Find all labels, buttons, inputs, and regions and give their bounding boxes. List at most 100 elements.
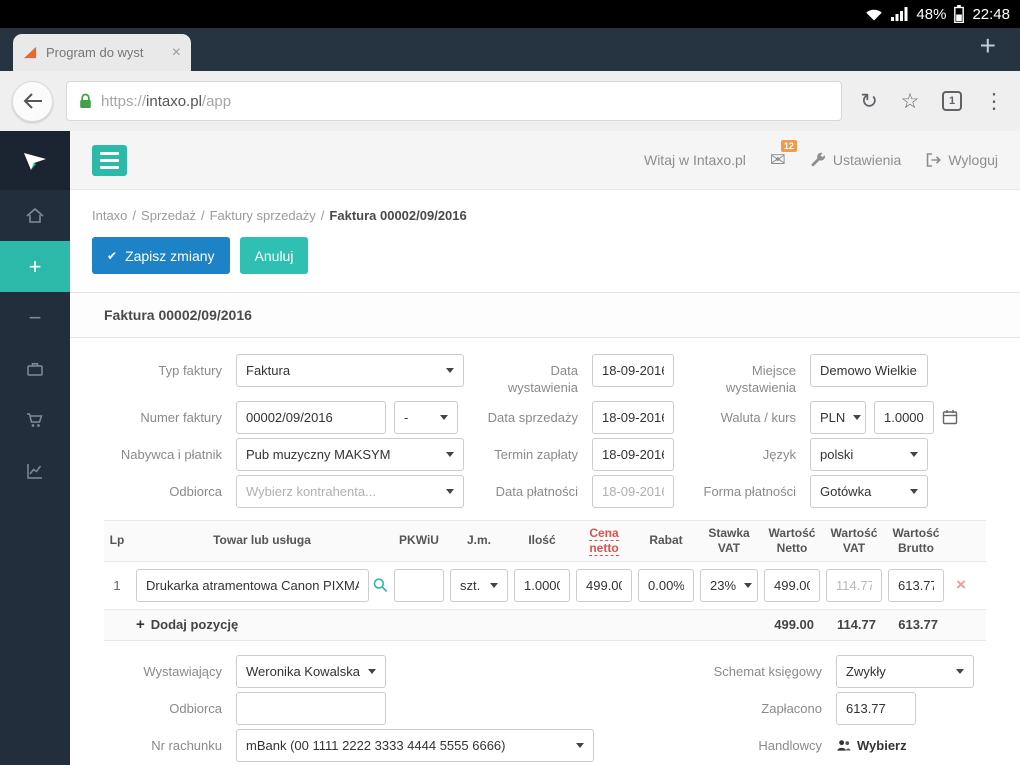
url-host: intaxo.pl (146, 92, 202, 110)
item-ilosc-input[interactable] (514, 568, 570, 602)
miejsce-wystawienia-input[interactable] (810, 354, 928, 387)
tab-switcher-button[interactable]: 1 (942, 91, 962, 111)
nr-rachunku-select[interactable]: mBank (00 1111 2222 3333 4444 5555 6666) (236, 728, 594, 762)
settings-label: Ustawienia (832, 152, 902, 168)
numer-suffix-select[interactable]: - (394, 400, 458, 434)
data-sprzedazy-input[interactable] (592, 400, 674, 434)
refresh-icon[interactable]: ↻ (855, 91, 883, 112)
remove-item-icon[interactable]: × (950, 575, 972, 595)
nr-rachunku-value: mBank (00 1111 2222 3333 4444 5555 6666) (246, 737, 506, 753)
nabywca-label: Nabywca i płatnik (120, 446, 222, 462)
data-platnosci-input[interactable] (592, 474, 674, 508)
tab-close-icon[interactable]: × (172, 44, 181, 61)
tab-count: 1 (948, 95, 956, 107)
termin-zaplaty-input[interactable] (592, 437, 674, 471)
item-rabat-input[interactable] (638, 568, 694, 602)
calendar-icon[interactable] (942, 409, 958, 425)
search-icon[interactable] (372, 576, 388, 594)
kurs-input[interactable] (874, 400, 934, 434)
handlowcy-choose-button[interactable]: Wybierz (836, 729, 986, 753)
jezyk-value: polski (820, 446, 854, 462)
intaxo-logo[interactable] (0, 131, 70, 190)
screen: 48% 22:48 Program do wyst × + https://in… (0, 0, 1020, 765)
miejsce-wystawienia-label: Miejsce wystawienia (725, 363, 796, 395)
item-pkwiu-input[interactable] (394, 568, 444, 602)
odbiorca2-input[interactable] (236, 691, 386, 725)
menu-toggle-button[interactable] (92, 144, 127, 176)
numer-faktury-input[interactable] (236, 400, 386, 434)
browser-menu-icon[interactable]: ⋮ (980, 91, 1008, 112)
data-wystawienia-input[interactable] (592, 354, 674, 387)
wystawiajacy-select[interactable]: Weronika Kowalska (236, 654, 386, 688)
item-towar-input[interactable] (136, 568, 369, 602)
col-jm: J.m. (466, 533, 491, 548)
item-wartosc-netto-input[interactable] (764, 568, 820, 602)
clock-text: 22:48 (972, 5, 1010, 23)
add-item-button[interactable]: + Dodaj pozycję (136, 616, 388, 633)
home-icon (26, 207, 44, 223)
zaplacono-input[interactable] (836, 691, 916, 725)
schemat-label: Schemat księgowy (713, 663, 822, 679)
sidebar: + − (0, 131, 70, 765)
numer-faktury-label: Numer faktury (140, 409, 222, 425)
plus-icon: + (28, 253, 42, 279)
chevron-down-icon (910, 488, 918, 494)
url-path: /app (201, 92, 232, 110)
schemat-select[interactable]: Zwykły (836, 654, 974, 688)
url-bar[interactable]: https://intaxo.pl/app (66, 81, 842, 121)
breadcrumb-link[interactable]: Faktury sprzedaży (210, 208, 316, 223)
breadcrumb-separator: / (132, 208, 137, 223)
nabywca-select[interactable]: Pub muzyczny MAKSYM (236, 437, 464, 471)
browser-toolbar: https://intaxo.pl/app ↻ ☆ 1 ⋮ (0, 71, 1020, 131)
item-cena-netto-input[interactable] (576, 568, 632, 602)
sidebar-item-home[interactable] (0, 190, 70, 241)
cancel-button[interactable]: Anuluj (239, 237, 309, 274)
logout-button[interactable]: Wyloguj (925, 152, 998, 168)
sidebar-item-minus[interactable]: − (0, 292, 70, 343)
url-text: https://intaxo.pl/app (101, 93, 231, 110)
odbiorca-select[interactable]: Wybierz kontrahenta... (236, 474, 464, 508)
settings-button[interactable]: Ustawienia (810, 152, 901, 168)
jezyk-select[interactable]: polski (810, 437, 928, 471)
browser-tab-strip: Program do wyst × + (0, 28, 1020, 71)
welcome-text: Witaj w Intaxo.pl (643, 152, 746, 168)
new-tab-icon[interactable]: + (980, 32, 996, 60)
browser-tab[interactable]: Program do wyst × (13, 34, 191, 71)
item-wartosc-brutto-input[interactable] (888, 568, 944, 602)
item-wartosc-vat-input[interactable] (826, 568, 882, 602)
col-wartosc-netto: Wartość Netto (768, 525, 816, 555)
numer-suffix-value: - (404, 409, 409, 425)
logout-label: Wyloguj (948, 152, 998, 168)
forma-platnosci-value: Gotówka (820, 483, 872, 499)
odbiorca2-label: Odbiorca (169, 700, 222, 716)
col-cena-netto: Cena netto (576, 525, 632, 556)
item-jm-select[interactable]: szt. (450, 568, 508, 602)
messages-button[interactable]: ✉ 12 (770, 139, 797, 172)
item-stawka-vat-select[interactable]: 23% (700, 568, 758, 602)
forma-platnosci-select[interactable]: Gotówka (810, 474, 928, 508)
breadcrumb-link[interactable]: Sprzedaż (141, 208, 196, 223)
breadcrumb-separator: / (320, 208, 325, 223)
sidebar-item-company[interactable] (0, 343, 70, 394)
add-item-label: Dodaj pozycję (150, 617, 239, 633)
sidebar-item-sales[interactable] (0, 394, 70, 445)
chevron-down-icon (440, 414, 448, 420)
back-button[interactable] (12, 80, 53, 122)
breadcrumb-link[interactable]: Intaxo (92, 208, 127, 223)
typ-faktury-select[interactable]: Faktura (236, 354, 464, 387)
sidebar-item-add[interactable]: + (0, 241, 70, 292)
wystawiajacy-label: Wystawiający (143, 663, 222, 679)
save-button[interactable]: ✔ Zapisz zmiany (92, 237, 230, 274)
chevron-down-icon (446, 488, 454, 494)
waluta-select[interactable]: PLN (810, 400, 866, 434)
handlowcy-choose-label: Wybierz (857, 737, 907, 753)
android-status-bar: 48% 22:48 (0, 0, 1020, 28)
bookmark-star-icon[interactable]: ☆ (896, 91, 924, 112)
typ-faktury-label: Typ faktury (158, 363, 222, 378)
col-pkwiu: PKWiU (399, 533, 439, 548)
col-rabat: Rabat (649, 533, 683, 548)
items-header-row: Lp Towar lub usługa PKWiU J.m. Ilość Cen… (104, 519, 986, 562)
odbiorca-label: Odbiorca (169, 483, 222, 499)
sidebar-item-reports[interactable] (0, 445, 70, 496)
item-jm-value: szt. (460, 577, 481, 593)
